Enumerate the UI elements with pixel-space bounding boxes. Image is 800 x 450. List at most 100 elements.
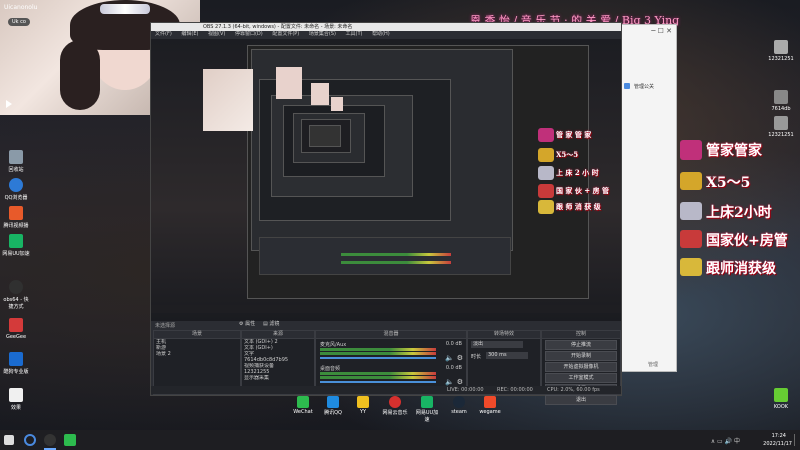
wegame-icon bbox=[484, 396, 496, 408]
start-recording-button[interactable]: 开始录制 bbox=[545, 351, 617, 361]
transitions-header: 转场特效 bbox=[468, 331, 540, 339]
menu-edit[interactable]: 编辑(E) bbox=[181, 31, 198, 37]
desktop-icon-yy[interactable]: YY bbox=[352, 396, 374, 415]
menu-scene-collection[interactable]: 场景集合(S) bbox=[309, 31, 336, 37]
desktop-icon-right-1[interactable]: 7614db bbox=[764, 90, 798, 112]
star-icon bbox=[538, 200, 554, 214]
star-icon bbox=[680, 258, 702, 276]
mic-level-meter bbox=[320, 348, 436, 351]
obs-taskbar-icon[interactable] bbox=[44, 434, 56, 446]
sticker-text: 上 床 2 小 时 bbox=[556, 168, 599, 177]
sources-header: 来源 bbox=[242, 331, 314, 339]
qq-browser-icon bbox=[9, 178, 23, 192]
obs-preview[interactable] bbox=[151, 39, 621, 321]
desktop-icon-kugou[interactable]: 酷狗专业版 bbox=[2, 352, 30, 375]
desktop-icon-uu[interactable]: 网易UU加速 bbox=[2, 234, 30, 257]
menu-tools[interactable]: 工具(T) bbox=[346, 31, 363, 37]
no-source-label: 未选择源 bbox=[155, 323, 176, 329]
kook-icon bbox=[774, 388, 788, 402]
live-timer: LIVE: 00:00:00 bbox=[447, 387, 484, 393]
source-item[interactable]: 显示器采集 bbox=[242, 375, 314, 381]
desktop-icon-netease-music[interactable]: 网易云音乐 bbox=[382, 396, 408, 416]
desktop-icon-wegame[interactable]: wegame bbox=[478, 396, 502, 415]
scenes-header: 场景 bbox=[154, 331, 240, 339]
start-virtual-camera-button[interactable]: 开始虚拟摄像机 bbox=[545, 362, 617, 372]
desktop-icon-effects[interactable]: 效果 bbox=[2, 388, 30, 411]
desktop-icon-obs[interactable]: obs64 - 快捷方式 bbox=[2, 280, 30, 310]
desktop-icon-steam[interactable]: steam bbox=[448, 396, 470, 415]
speaker-icon[interactable]: 🔈 bbox=[445, 378, 454, 386]
gear-icon: ⚙ bbox=[239, 321, 244, 327]
nested-webcam-1 bbox=[276, 67, 302, 99]
win2-item[interactable]: 管理公关 bbox=[634, 83, 654, 90]
show-desktop-button[interactable] bbox=[794, 434, 798, 446]
obs-menu-bar: 文件(F) 编辑(E) 视图(V) 停靠窗口(D) 配置文件(P) 场景集合(S… bbox=[151, 31, 621, 38]
desktop-icon-wechat[interactable]: WeChat bbox=[292, 396, 314, 415]
desktop-volume-slider[interactable] bbox=[320, 381, 436, 383]
speaker-icon[interactable]: 🔈 bbox=[445, 354, 454, 362]
controls-header: 控制 bbox=[542, 331, 620, 339]
filters-button[interactable]: ▤ 滤镜 bbox=[263, 321, 279, 328]
desktop-level-meter bbox=[320, 372, 436, 375]
sticker-text: X5～5 bbox=[556, 150, 579, 159]
scene-item[interactable]: 场景 2 bbox=[154, 351, 240, 357]
desktop-icon-recycle[interactable]: 回收站 bbox=[2, 150, 30, 173]
obs-icon bbox=[9, 280, 23, 294]
rocket-icon bbox=[680, 230, 702, 248]
mixer-channel-desktop-db: 0.0 dB bbox=[445, 365, 462, 371]
kugou-icon bbox=[9, 352, 23, 366]
desktop-icon-kook[interactable]: KOOK bbox=[764, 388, 798, 410]
menu-dock[interactable]: 停靠窗口(D) bbox=[235, 31, 263, 37]
mic-volume-slider[interactable] bbox=[320, 357, 436, 359]
rocket-icon bbox=[538, 184, 554, 198]
uu-booster-icon bbox=[9, 234, 23, 248]
desktop-icon-qqbrowser[interactable]: QQ浏览器 bbox=[2, 178, 30, 201]
exit-button[interactable]: 退出 bbox=[545, 395, 617, 405]
menu-view[interactable]: 视图(V) bbox=[208, 31, 225, 37]
duration-label: 时长 bbox=[471, 354, 482, 360]
desktop-icon-right-2[interactable]: 12321251 bbox=[764, 116, 798, 138]
rec-timer: REC: 00:00:00 bbox=[497, 387, 533, 393]
folder-icon bbox=[624, 83, 630, 89]
obs-title-bar: OBS 27.1.3 (64-bit, windows) - 配置文件: 未命名… bbox=[151, 23, 621, 31]
sticker-text: 管家管家 bbox=[706, 143, 762, 159]
search-icon[interactable] bbox=[24, 434, 36, 446]
steam-icon bbox=[453, 396, 465, 408]
studio-mode-button[interactable]: 工作室模式 bbox=[545, 373, 617, 383]
gear-icon[interactable]: ⚙ bbox=[457, 354, 463, 362]
desktop-icon-geegee[interactable]: GeeGee bbox=[2, 318, 30, 340]
menu-profile[interactable]: 配置文件(P) bbox=[272, 31, 299, 37]
transition-select[interactable]: 淡出 bbox=[471, 341, 523, 348]
image-file-icon bbox=[774, 116, 788, 130]
crown-icon bbox=[100, 4, 150, 14]
play-icon[interactable] bbox=[6, 100, 12, 108]
nested-webcam-3 bbox=[331, 97, 343, 111]
desktop-icon-uu-booster[interactable]: 网易UU加速 bbox=[414, 396, 440, 423]
stop-streaming-button[interactable]: 停止推流 bbox=[545, 340, 617, 350]
tray-icons[interactable]: ∧ ▭ 🔊 中 bbox=[711, 436, 740, 445]
mixer-channel-mic: 麦克风/Aux bbox=[320, 342, 347, 348]
taskbar-time[interactable]: 17:24 bbox=[772, 433, 786, 439]
desktop-icon-right-0[interactable]: 12321251 bbox=[764, 40, 798, 62]
windows-start-icon[interactable] bbox=[4, 435, 14, 445]
menu-help[interactable]: 帮助(H) bbox=[372, 31, 390, 37]
rocket-icon bbox=[680, 202, 702, 220]
sticker-text: 国 家 伙 + 房 管 bbox=[556, 186, 610, 195]
gear-icon[interactable]: ⚙ bbox=[457, 378, 463, 386]
preview-webcam bbox=[203, 69, 253, 131]
wechat-taskbar-icon[interactable] bbox=[64, 434, 76, 446]
rocket-icon bbox=[538, 166, 554, 180]
obs-dock-area: 未选择源 ⚙ 属性 ▤ 滤镜 场景 主机 新游 场景 2 ＋ − ∧ ∨ 来源 … bbox=[151, 321, 621, 405]
desktop-icon-qq[interactable]: 腾讯QQ bbox=[322, 396, 344, 416]
mic-level-meter bbox=[320, 352, 436, 355]
geegee-icon bbox=[9, 318, 23, 332]
properties-button[interactable]: ⚙ 属性 bbox=[239, 321, 255, 328]
taskbar-date[interactable]: 2022/11/17 bbox=[763, 441, 792, 447]
desktop-icon-tencent-video[interactable]: 腾讯视频播 bbox=[2, 206, 30, 229]
cpu-fps: CPU: 2.0%, 60.00 fps bbox=[547, 387, 600, 393]
nested-webcam-2 bbox=[311, 83, 329, 105]
duration-input[interactable]: 300 ms bbox=[486, 352, 528, 359]
mixer-channel-mic-db: 0.0 dB bbox=[445, 341, 462, 347]
taskbar: ∧ ▭ 🔊 中 17:24 2022/11/17 bbox=[0, 430, 800, 450]
menu-file[interactable]: 文件(F) bbox=[155, 31, 172, 37]
